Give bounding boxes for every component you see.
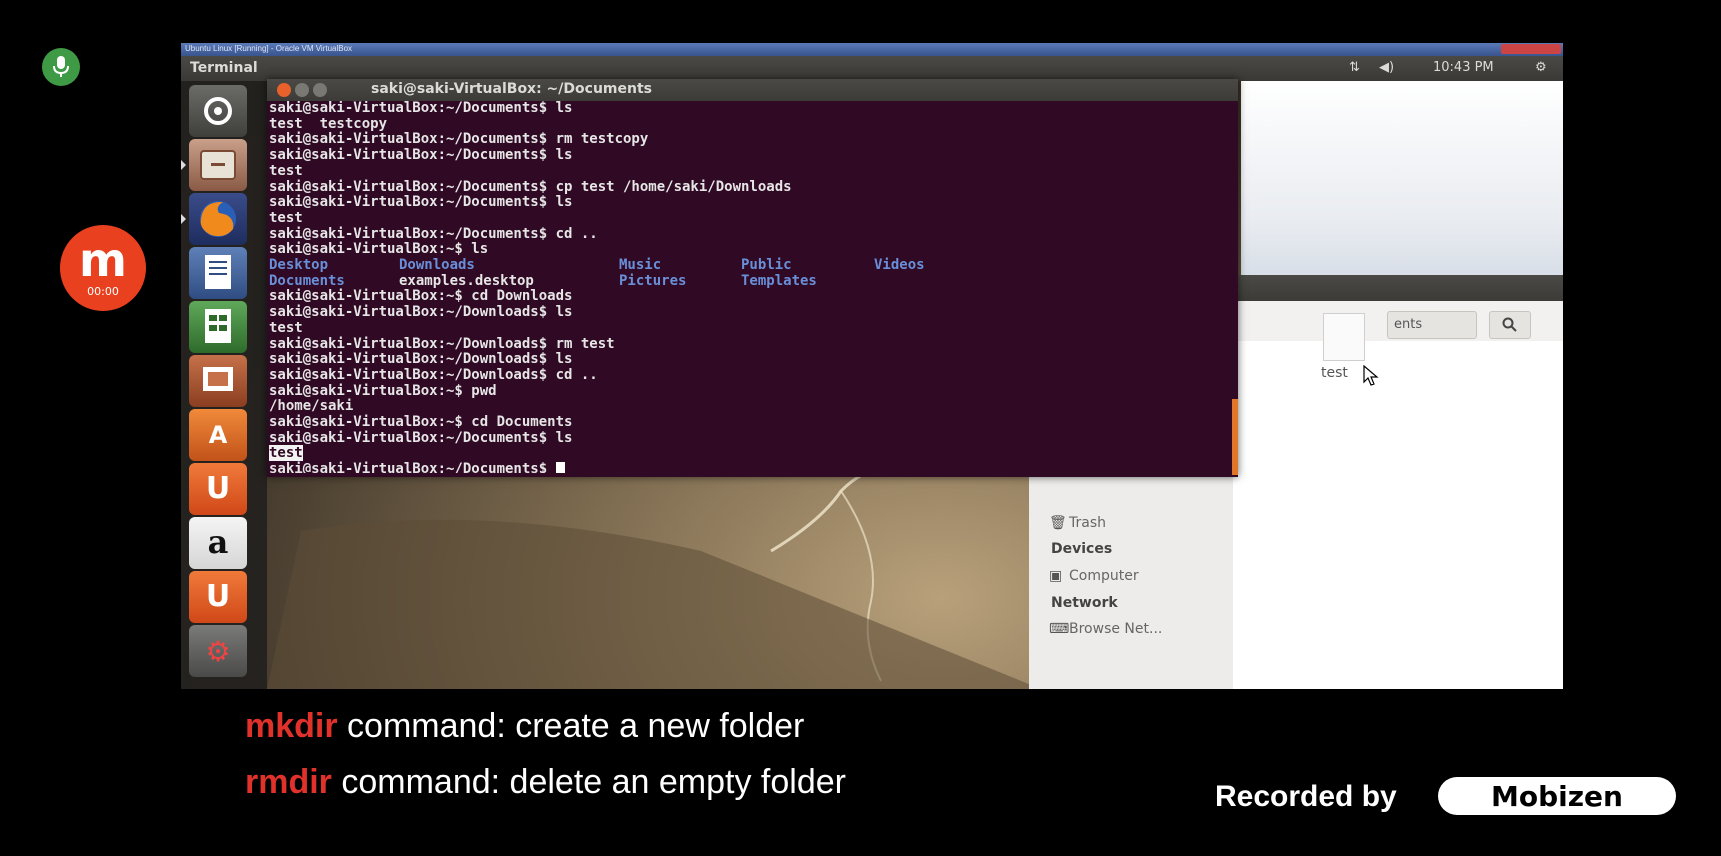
terminal-line: test bbox=[269, 319, 303, 336]
ubuntu-one-music-icon[interactable]: U bbox=[189, 571, 247, 623]
trash-icon: 🗑 bbox=[1049, 515, 1067, 531]
terminal-line: saki@saki-VirtualBox:~/Documents$ cd .. bbox=[269, 225, 598, 242]
close-icon[interactable] bbox=[277, 83, 291, 97]
virtualbox-title: Ubuntu Linux [Running] - Oracle VM Virtu… bbox=[185, 44, 353, 53]
panel-app-title: Terminal bbox=[190, 60, 258, 76]
mouse-cursor-icon bbox=[1363, 365, 1379, 386]
system-settings-icon[interactable]: ⚙ bbox=[189, 625, 247, 677]
caption-rmdir: rmdir command: delete an empty folder bbox=[245, 763, 846, 802]
caption-command: rmdir bbox=[245, 763, 332, 801]
calc-icon[interactable] bbox=[189, 301, 247, 353]
recorder-button[interactable]: m 00:00 bbox=[60, 225, 146, 311]
terminal-line: saki@saki-VirtualBox:~$ ls bbox=[269, 241, 489, 258]
minimize-icon[interactable] bbox=[295, 83, 309, 97]
window-controls[interactable] bbox=[1501, 44, 1561, 54]
caption-mkdir: mkdir command: create a new folder bbox=[245, 707, 804, 746]
amazon-icon[interactable]: a bbox=[189, 517, 247, 569]
terminal-prompt: saki@saki-VirtualBox:~/Documents$ bbox=[269, 461, 556, 473]
sidebar-item-computer[interactable]: Computer bbox=[1069, 568, 1139, 584]
search-icon bbox=[1502, 317, 1517, 332]
sidebar-heading-devices: Devices bbox=[1051, 541, 1113, 557]
writer-icon[interactable] bbox=[189, 247, 247, 299]
dir-entry: Desktop bbox=[269, 257, 329, 274]
sidebar-heading-network: Network bbox=[1051, 595, 1118, 611]
caption-text: command: create a new folder bbox=[337, 707, 805, 745]
mobizen-brand: Mobizen bbox=[1491, 780, 1623, 813]
terminal-line: test bbox=[269, 209, 303, 226]
terminal-line: test bbox=[269, 162, 303, 179]
network-browse-icon: ⌨ bbox=[1049, 621, 1070, 637]
terminal-line: saki@saki-VirtualBox:~$ cd Documents bbox=[269, 414, 573, 431]
panel-clock[interactable]: 10:43 PM bbox=[1433, 60, 1494, 75]
terminal-line: saki@saki-VirtualBox:~/Documents$ ls bbox=[269, 429, 573, 446]
ubuntu-one-icon[interactable]: U bbox=[189, 463, 247, 515]
selected-output[interactable]: test bbox=[269, 445, 303, 462]
sidebar-item-browse-network[interactable]: Browse Net... bbox=[1069, 621, 1162, 637]
terminal-line: saki@saki-VirtualBox:~/Documents$ rm tes… bbox=[269, 131, 649, 148]
terminal-line: saki@saki-VirtualBox:~$ pwd bbox=[269, 382, 497, 399]
network-icon[interactable]: ⇅ bbox=[1349, 60, 1360, 75]
file-icon[interactable] bbox=[1323, 313, 1365, 361]
caption-command: mkdir bbox=[245, 707, 338, 745]
gear-icon[interactable]: ⚙ bbox=[1535, 60, 1547, 75]
breadcrumb-documents[interactable]: ents bbox=[1387, 311, 1477, 339]
dir-entry: Documents bbox=[269, 272, 345, 289]
computer-icon: ▣ bbox=[1049, 568, 1063, 584]
software-center-icon[interactable]: A bbox=[189, 409, 247, 461]
terminal-line: saki@saki-VirtualBox:~$ cd Downloads bbox=[269, 288, 573, 305]
caption-text: command: delete an empty folder bbox=[331, 763, 846, 801]
unity-launcher: A U a U ⚙ bbox=[181, 81, 267, 689]
dir-entry: Downloads bbox=[399, 257, 475, 274]
file-entry: examples.desktop bbox=[399, 272, 534, 289]
terminal-cursor bbox=[555, 462, 565, 473]
terminal-scrollbar[interactable] bbox=[1232, 399, 1238, 475]
dir-entry: Music bbox=[619, 257, 662, 274]
terminal-line: saki@saki-VirtualBox:~/Documents$ ls bbox=[269, 147, 573, 164]
terminal-line: saki@saki-VirtualBox:~/Downloads$ ls bbox=[269, 351, 573, 368]
terminal-line: test testcopy bbox=[269, 115, 388, 132]
terminal-window[interactable]: saki@saki-VirtualBox: ~/Documents saki@s… bbox=[267, 79, 1238, 477]
ubuntu-dash-icon[interactable] bbox=[189, 85, 247, 137]
terminal-line: test bbox=[269, 445, 1229, 462]
ls-output-row: Documents examples.desktop Pictures Templat… bbox=[269, 272, 1229, 290]
mobizen-logo: Mobizen bbox=[1438, 777, 1676, 815]
microphone-indicator[interactable] bbox=[42, 48, 80, 86]
dir-entry: Videos bbox=[874, 257, 925, 274]
vm-screen: Ubuntu Linux [Running] - Oracle VM Virtu… bbox=[181, 43, 1563, 689]
file-manager-icon[interactable] bbox=[181, 139, 247, 191]
dir-entry: Public bbox=[741, 257, 792, 274]
volume-icon[interactable]: ◀) bbox=[1379, 60, 1394, 75]
terminal-line: saki@saki-VirtualBox:~/Documents$ cp tes… bbox=[269, 178, 792, 195]
recorder-logo: m bbox=[79, 233, 127, 287]
terminal-title: saki@saki-VirtualBox: ~/Documents bbox=[371, 81, 652, 97]
terminal-line: saki@saki-VirtualBox:~/Downloads$ rm tes… bbox=[269, 335, 615, 352]
microphone-icon bbox=[53, 56, 69, 77]
impress-icon[interactable] bbox=[189, 355, 247, 407]
recorded-by-label: Recorded by bbox=[1215, 780, 1397, 813]
terminal-line: /home/saki bbox=[269, 398, 354, 415]
ls-output-row: Desktop Downloads Music Public Videos bbox=[269, 257, 1229, 274]
sidebar-item-trash[interactable]: Trash bbox=[1069, 515, 1106, 531]
file-manager-content bbox=[1233, 341, 1563, 689]
terminal-output[interactable]: saki@saki-VirtualBox:~/Documents$ ls test… bbox=[267, 101, 1231, 473]
dir-entry: Pictures bbox=[619, 272, 687, 289]
terminal-line: saki@saki-VirtualBox:~/Downloads$ ls bbox=[269, 304, 573, 321]
maximize-icon[interactable] bbox=[313, 83, 327, 97]
terminal-line: saki@saki-VirtualBox:~/Documents$ ls bbox=[269, 194, 573, 211]
firefox-icon[interactable] bbox=[181, 193, 247, 245]
terminal-line: saki@saki-VirtualBox:~/Documents$ ls bbox=[269, 101, 573, 116]
file-label[interactable]: test bbox=[1321, 365, 1348, 381]
dir-entry: Templates bbox=[741, 272, 817, 289]
search-button[interactable] bbox=[1489, 311, 1531, 339]
top-panel: Terminal ⇅ ◀) 10:43 PM ⚙ bbox=[181, 56, 1563, 81]
terminal-prompt-line[interactable]: saki@saki-VirtualBox:~/Documents$ bbox=[269, 461, 1229, 473]
terminal-title-bar[interactable]: saki@saki-VirtualBox: ~/Documents bbox=[267, 79, 1238, 101]
recorder-timer: 00:00 bbox=[87, 285, 119, 298]
terminal-line: saki@saki-VirtualBox:~/Downloads$ cd .. bbox=[269, 366, 598, 383]
virtualbox-title-bar: Ubuntu Linux [Running] - Oracle VM Virtu… bbox=[181, 43, 1563, 56]
